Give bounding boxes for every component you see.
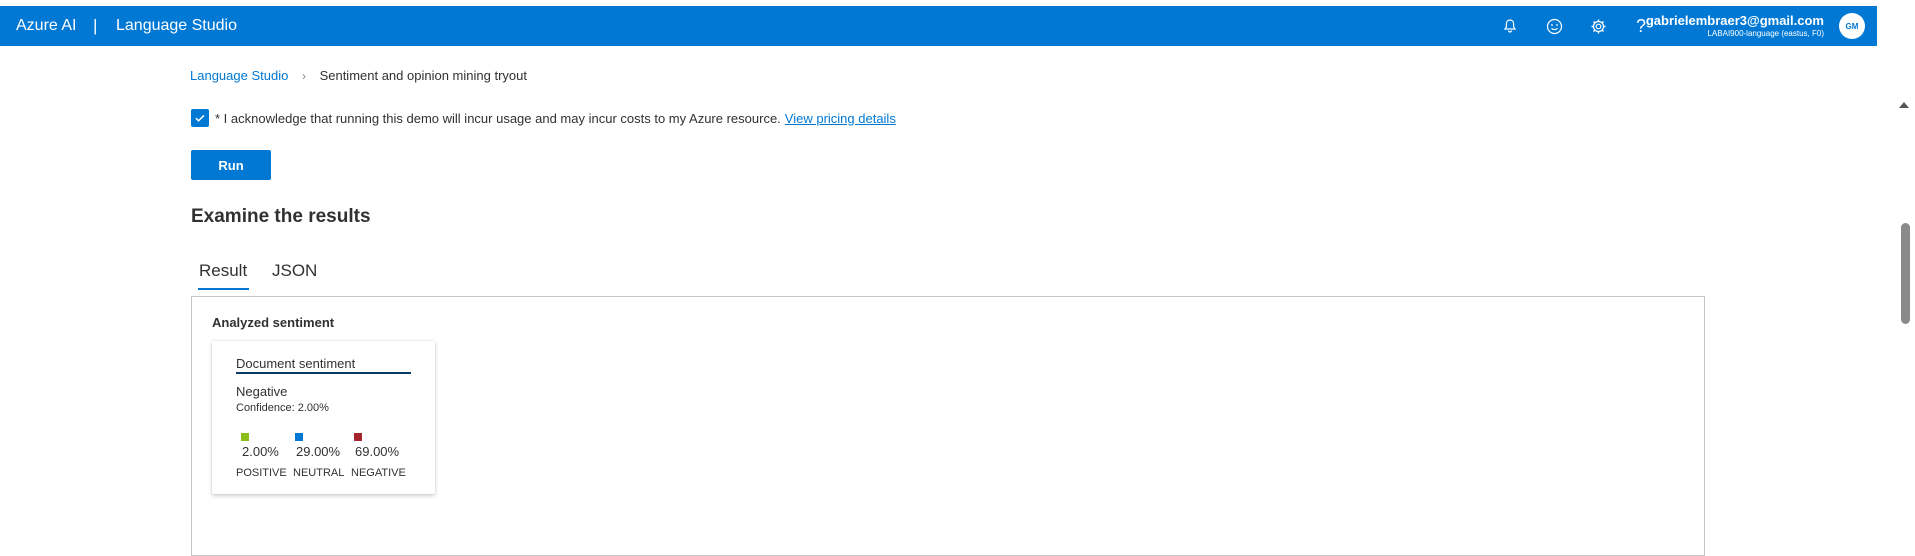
analyzed-sentiment-title: Analyzed sentiment <box>212 315 335 330</box>
acknowledge-text: * I acknowledge that running this demo w… <box>215 110 781 126</box>
breadcrumb-current: Sentiment and opinion mining tryout <box>319 68 527 83</box>
sentiment-value: Negative <box>236 384 288 399</box>
acknowledge-row: * I acknowledge that running this demo w… <box>191 109 896 127</box>
scrollbar-thumb[interactable] <box>1901 223 1910 324</box>
tab-json[interactable]: JSON <box>272 261 317 281</box>
negative-label: NEGATIVE <box>351 467 406 479</box>
account-resource: LABAI900-language (eastus, F0) <box>1707 29 1824 38</box>
positive-label: POSITIVE <box>236 467 287 479</box>
active-tab-indicator <box>198 288 249 290</box>
breadcrumb-home-link[interactable]: Language Studio <box>190 68 288 83</box>
scroll-up-arrow[interactable] <box>1899 102 1909 108</box>
tab-result[interactable]: Result <box>199 261 247 281</box>
top-bar: Azure AI | Language Studio ? gabrielembr… <box>0 6 1877 46</box>
positive-legend-swatch <box>241 433 249 441</box>
gear-icon[interactable] <box>1586 14 1610 38</box>
pricing-details-link[interactable]: View pricing details <box>785 111 896 126</box>
card-title-underline <box>236 372 411 374</box>
negative-legend-swatch <box>354 433 362 441</box>
neutral-score: 29.00% <box>296 444 341 459</box>
brand-separator: | <box>93 16 98 35</box>
account-info[interactable]: gabrielembraer3@gmail.com LABAI900-langu… <box>1646 13 1824 40</box>
chevron-right-icon: › <box>301 69 306 83</box>
document-sentiment-title: Document sentiment <box>236 356 356 371</box>
acknowledge-checkbox[interactable] <box>191 109 209 127</box>
negative-score: 69.00% <box>355 444 400 459</box>
positive-score: 2.00% <box>242 444 279 459</box>
results-heading: Examine the results <box>191 206 371 227</box>
neutral-legend-swatch <box>295 433 303 441</box>
brand-link[interactable]: Azure AI <box>16 17 76 35</box>
checkmark-icon <box>195 114 205 122</box>
breadcrumb: Language Studio › Sentiment and opinion … <box>190 68 527 83</box>
product-name[interactable]: Language Studio <box>116 17 237 35</box>
smiley-icon[interactable] <box>1542 14 1566 38</box>
avatar[interactable]: GM <box>1839 13 1865 39</box>
neutral-label: NEUTRAL <box>293 467 345 479</box>
bell-icon[interactable] <box>1498 14 1522 38</box>
run-button[interactable]: Run <box>191 150 271 180</box>
account-email: gabrielembraer3@gmail.com <box>1645 13 1824 28</box>
confidence-value: Confidence: 2.00% <box>236 402 329 414</box>
